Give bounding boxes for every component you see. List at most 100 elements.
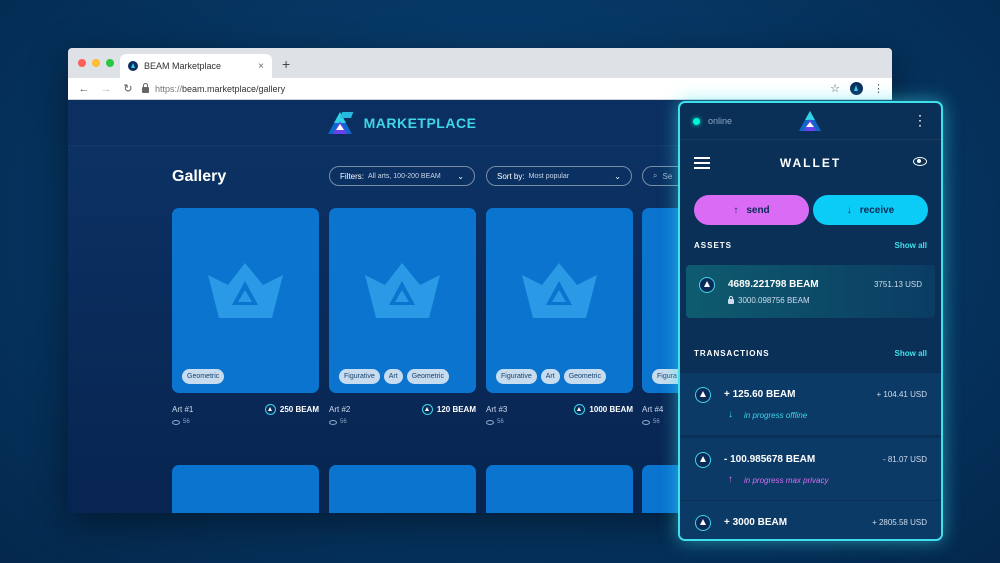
tab-close-icon[interactable]: ×	[258, 61, 264, 72]
tag[interactable]: Art	[540, 369, 560, 384]
search-icon: ⌕	[653, 171, 658, 180]
beam-coin-icon	[695, 515, 711, 531]
browser-tab[interactable]: BEAM Marketplace ×	[120, 54, 272, 78]
asset-usd: 3751.13 USD	[873, 280, 922, 289]
transactions-show-all-link[interactable]: Show all	[895, 349, 927, 358]
art-placeholder-icon	[365, 263, 440, 318]
art-name[interactable]: Art #2	[329, 405, 350, 414]
transaction-row[interactable]: + 125.60 BEAM + 104.41 USD ↓ in progress…	[680, 373, 941, 435]
art-name[interactable]: Art #3	[486, 405, 507, 414]
art-views: 56	[172, 419, 319, 425]
tag-list: Figurative Art Geometric	[339, 369, 449, 384]
asset-locked: 3000.098756 BEAM	[728, 296, 810, 305]
art-price-value: 1000 BEAM	[589, 405, 633, 414]
asset-locked-amount: 3000.098756 BEAM	[738, 296, 810, 305]
arrow-down-icon: ↓	[728, 409, 733, 420]
art-meta: Art #2 120 BEAM 56	[329, 404, 476, 425]
close-window-button[interactable]	[78, 59, 86, 67]
arrow-up-icon: ↑	[728, 474, 733, 485]
eye-icon	[172, 419, 180, 425]
maximize-window-button[interactable]	[106, 59, 114, 67]
wallet-panel: online ⋮ WALLET ↑ send ↓ receive ASSETS …	[678, 101, 943, 541]
art-card[interactable]	[172, 465, 319, 513]
send-label: send	[746, 204, 770, 216]
art-price: 250 BEAM	[264, 404, 319, 415]
tab-title: BEAM Marketplace	[144, 61, 222, 71]
filters-dropdown[interactable]: Filters: All arts, 100-200 BEAM ⌄	[329, 166, 475, 186]
tx-amount: - 100.985678 BEAM	[724, 454, 816, 465]
filters-value: All arts, 100-200 BEAM	[368, 172, 441, 180]
bookmark-star-icon[interactable]: ☆	[830, 82, 840, 95]
page-title: Gallery	[172, 168, 227, 185]
sort-dropdown[interactable]: Sort by: Most popular ⌄	[486, 166, 632, 186]
asset-card-beam[interactable]: 4689.221798 BEAM 3751.13 USD 3000.098756…	[686, 265, 935, 318]
url-prefix: https://	[155, 83, 183, 94]
reload-icon[interactable]: ↻	[120, 82, 136, 95]
tx-amount: + 125.60 BEAM	[724, 389, 796, 400]
tag-list: Figurative Art Geometric	[496, 369, 606, 384]
send-button[interactable]: ↑ send	[694, 195, 809, 225]
tx-usd: + 2805.58 USD	[872, 518, 927, 527]
transaction-row[interactable]: + 3000 BEAM + 2805.58 USD ↓ received	[680, 501, 941, 539]
tag[interactable]: Figurative	[496, 369, 537, 384]
forward-arrow-icon[interactable]: →	[98, 83, 114, 95]
browser-menu-icon[interactable]: ⋮	[873, 82, 884, 95]
new-tab-button[interactable]: +	[282, 56, 290, 72]
tab-strip: BEAM Marketplace × +	[68, 48, 892, 78]
lock-icon	[142, 82, 149, 93]
tx-amount: + 3000 BEAM	[724, 517, 788, 528]
marketplace-logo[interactable]: MARKETPLACE	[324, 110, 477, 136]
eye-icon	[642, 419, 650, 425]
lock-icon	[728, 296, 734, 304]
online-status: online	[708, 116, 733, 126]
assets-section-header: ASSETS Show all	[694, 241, 927, 250]
tag[interactable]: Geometric	[182, 369, 225, 384]
beam-extension-icon[interactable]	[850, 82, 863, 95]
sort-value: Most popular	[528, 172, 570, 180]
chevron-down-icon: ⌄	[614, 171, 621, 181]
search-placeholder: Se	[662, 171, 673, 181]
eye-icon[interactable]	[913, 157, 927, 166]
wallet-title: WALLET	[779, 155, 842, 170]
eye-icon	[486, 419, 494, 425]
art-name[interactable]: Art #4	[642, 405, 663, 414]
art-card[interactable]	[329, 465, 476, 513]
views-count: 56	[497, 419, 504, 425]
views-count: 56	[340, 419, 347, 425]
receive-label: receive	[859, 204, 895, 216]
tag[interactable]: Geometric	[563, 369, 606, 384]
views-count: 56	[183, 419, 190, 425]
assets-show-all-link[interactable]: Show all	[895, 241, 927, 250]
art-card[interactable]: Geometric	[172, 208, 319, 393]
art-views: 56	[329, 419, 476, 425]
receive-button[interactable]: ↓ receive	[813, 195, 928, 225]
tag[interactable]: Figurative	[339, 369, 380, 384]
transaction-row[interactable]: - 100.985678 BEAM - 81.07 USD ↑ in progr…	[680, 438, 941, 500]
wallet-menu-icon[interactable]: ⋮	[913, 112, 927, 129]
beam-coin-icon	[421, 404, 433, 415]
art-name[interactable]: Art #1	[172, 405, 193, 414]
tag[interactable]: Geometric	[406, 369, 449, 384]
art-card[interactable]: Figurative Art Geometric	[329, 208, 476, 393]
tag[interactable]: Art	[383, 369, 403, 384]
beam-coin-icon	[695, 452, 711, 468]
logo-text: MARKETPLACE	[363, 114, 477, 131]
wallet-header: WALLET	[680, 139, 941, 185]
asset-amount: 4689.221798 BEAM	[728, 279, 819, 290]
art-price: 1000 BEAM	[574, 404, 633, 415]
transactions-section-header: TRANSACTIONS Show all	[694, 349, 927, 358]
wallet-status-bar: online ⋮	[680, 103, 941, 139]
art-meta: Art #1 250 BEAM 56	[172, 404, 319, 425]
art-price: 120 BEAM	[421, 404, 476, 415]
filters-label: Filters:	[340, 171, 364, 181]
minimize-window-button[interactable]	[92, 59, 100, 67]
beam-coin-icon	[699, 277, 715, 293]
back-arrow-icon[interactable]: ←	[76, 83, 92, 95]
art-card[interactable]: Figurative Art Geometric	[486, 208, 633, 393]
art-card[interactable]	[486, 465, 633, 513]
url-text: beam.marketplace/gallery	[182, 83, 286, 94]
eye-icon	[329, 419, 337, 425]
url-field[interactable]: https:// beam.marketplace/gallery	[142, 82, 830, 94]
beam-logo-icon	[799, 111, 821, 131]
arrow-down-icon: ↓	[846, 204, 852, 216]
